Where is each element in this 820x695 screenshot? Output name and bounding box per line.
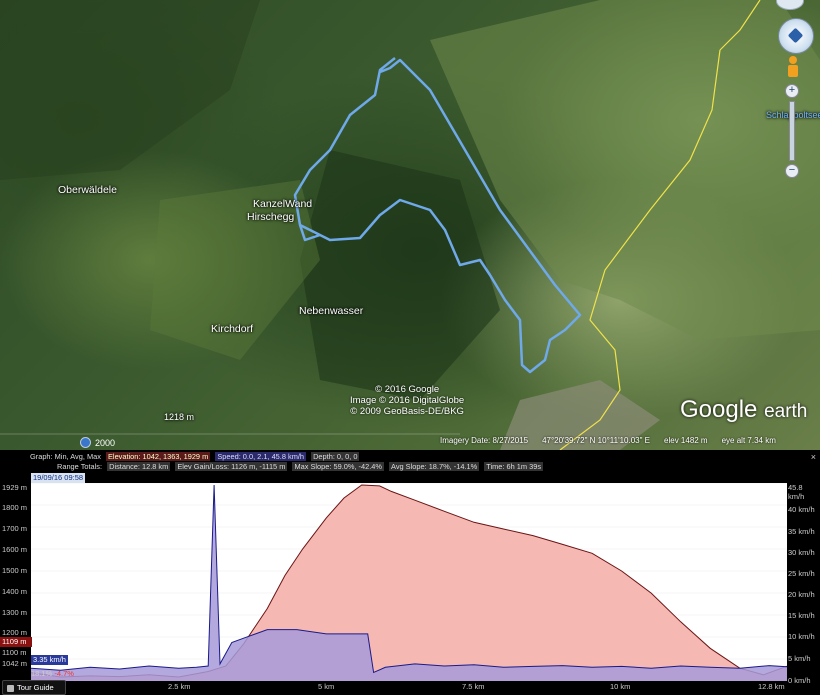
google-earth-logo: Google earth (680, 396, 808, 423)
depth-tag[interactable]: Depth: 0, 0, 0 (311, 452, 360, 461)
place-label[interactable]: Hirschegg (247, 211, 294, 223)
current-elevation-label: 1109 m (0, 637, 32, 647)
look-joystick-icon[interactable] (778, 18, 814, 54)
y-tick-label: 1100 m (2, 648, 27, 657)
zoom-slider[interactable]: + − (784, 84, 800, 178)
clock-icon (80, 437, 91, 448)
y2-tick-label: 10 km/h (788, 632, 815, 641)
compass-icon[interactable] (776, 0, 804, 10)
elevation-area (31, 485, 787, 681)
current-slope-label: 18.1% -4.7% (31, 669, 74, 678)
y2-tick-label: 0 km/h (788, 676, 811, 685)
zoom-out-icon[interactable]: − (785, 164, 799, 178)
map-view[interactable]: Oberwäldele KanzelWand Hirschegg Nebenwa… (0, 0, 820, 450)
x-tick-label: 12.8 km (758, 682, 785, 691)
y-tick-label: 1400 m (2, 587, 28, 596)
y2-tick-label: 40 km/h (788, 505, 815, 514)
tour-icon (7, 684, 14, 692)
elevation-marker-label: 1218 m (164, 412, 195, 422)
y-tick-label: 1042 m (2, 659, 28, 668)
elevation-chart[interactable] (30, 482, 788, 682)
map-overlay (0, 0, 820, 450)
place-label[interactable]: Nebenwasser (299, 305, 363, 317)
y-tick-label: 1800 m (2, 503, 28, 512)
x-tick-label: 7.5 km (462, 682, 485, 691)
x-tick-label: 5 km (318, 682, 335, 691)
zoom-in-icon[interactable]: + (785, 84, 799, 98)
navigation-controls: + − (774, 0, 820, 180)
y-tick-label: 1929 m (2, 483, 28, 492)
y2-tick-label: 45.8 km/h (788, 483, 805, 501)
map-copyright: © 2016 Google Image © 2016 DigitalGlobe … (350, 384, 465, 417)
tour-guide-button[interactable]: Tour Guide (2, 680, 66, 695)
speed-tag[interactable]: Speed: 0.0, 2.1, 45.8 km/h (215, 452, 307, 461)
place-label[interactable]: Kirchdorf (211, 323, 253, 335)
y2-tick-label: 30 km/h (788, 548, 815, 557)
elevation-tag[interactable]: Elevation: 1042, 1363, 1929 m (106, 452, 211, 461)
date-label: 19/09/16 09:58 (31, 473, 86, 483)
zoom-track[interactable] (789, 101, 795, 161)
range-totals-row: Range Totals: Distance: 12.8 km Elev Gai… (57, 462, 544, 471)
y-tick-label: 1500 m (2, 566, 28, 575)
y-tick-label: 1300 m (2, 608, 28, 617)
place-label[interactable]: KanzelWand (253, 198, 312, 210)
x-tick-label: 2.5 km (168, 682, 191, 691)
y-tick-label: 1200 m (2, 628, 28, 637)
historical-imagery-year[interactable]: 2000 (80, 437, 115, 448)
x-tick-label: 10 km (610, 682, 631, 691)
street-view-pegman-icon[interactable] (786, 56, 800, 78)
close-icon[interactable]: × (811, 452, 816, 462)
y2-tick-label: 35 km/h (788, 527, 815, 536)
y-tick-label: 1700 m (2, 524, 28, 533)
graph-info-row: Graph: Min, Avg, Max Elevation: 1042, 13… (30, 452, 360, 461)
chart-svg (30, 482, 788, 682)
y2-tick-label: 5 km/h (788, 654, 811, 663)
y2-tick-label: 25 km/h (788, 569, 815, 578)
place-label[interactable]: Oberwäldele (58, 184, 117, 196)
y2-tick-label: 20 km/h (788, 590, 815, 599)
map-status-bar: Imagery Date: 8/27/2015 47°20'39.72" N 1… (440, 436, 776, 445)
y-tick-label: 1600 m (2, 545, 28, 554)
y2-tick-label: 15 km/h (788, 611, 815, 620)
current-speed-label: 3.35 km/h (31, 655, 68, 665)
